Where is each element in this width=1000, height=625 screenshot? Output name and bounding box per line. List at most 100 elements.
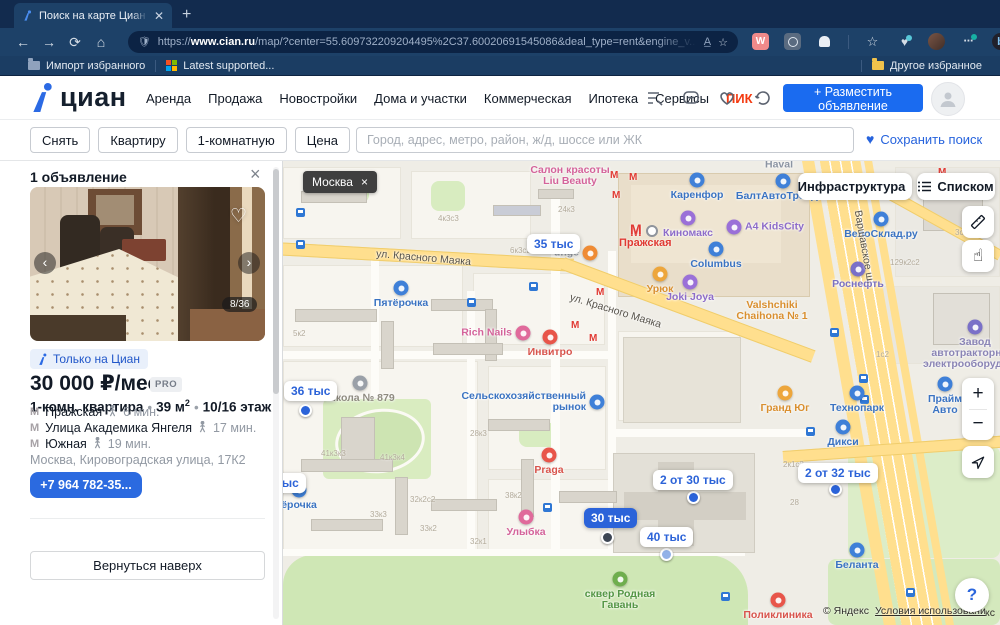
ruler-tool-button[interactable]	[962, 206, 994, 238]
locate-me-button[interactable]	[962, 446, 994, 478]
browser-tab[interactable]: Поиск на карте Циан в Моск ✕	[14, 3, 172, 28]
poi-label: Киномакс	[663, 228, 713, 239]
metro-name[interactable]: Улица Академика Янгеля	[45, 421, 192, 435]
poi-icon	[583, 246, 598, 261]
phone-button[interactable]: +7 964 782-35...	[30, 472, 142, 498]
poi-label: Салон красоты Liu Beauty	[530, 165, 609, 187]
hand-tool-button[interactable]: ☝	[962, 240, 994, 272]
bing-icon[interactable]: b	[992, 33, 1000, 50]
price-marker[interactable]: 2 от 32 тыс	[798, 463, 878, 483]
zoom-out-button[interactable]: −	[972, 413, 983, 435]
poi-label: Сельскохозяйственный рынок	[461, 391, 586, 413]
profile-avatar[interactable]	[928, 33, 945, 50]
bus-stop-icon	[906, 588, 915, 597]
extension-camera-icon[interactable]	[784, 33, 801, 50]
tab-close-icon[interactable]: ✕	[154, 9, 164, 23]
zoom-control: + −	[962, 378, 994, 440]
metro-row: МЮжная19 мин.	[30, 436, 256, 452]
list-view-button[interactable]: Списком	[917, 173, 995, 200]
filter-button[interactable]: 1-комнатную	[186, 127, 287, 153]
extension-ghost-icon[interactable]	[816, 33, 833, 50]
url-text: https://www.cian.ru/map/?center=55.60973…	[158, 36, 697, 48]
user-avatar[interactable]	[931, 82, 965, 116]
reader-mode-icon[interactable]: A̲	[704, 36, 711, 48]
marker-dot[interactable]	[299, 404, 312, 417]
history-icon[interactable]	[753, 88, 773, 108]
shield-icon: 🛡	[138, 37, 151, 48]
marker-dot[interactable]	[601, 531, 614, 544]
metro-prazhskaya-icon: М	[630, 221, 642, 237]
price-marker[interactable]: 35 тыс	[527, 234, 580, 254]
infrastructure-dropdown[interactable]: Инфраструктура	[798, 173, 912, 200]
bookmark-star-icon[interactable]: ☆	[718, 36, 728, 49]
listing-photo[interactable]: ♡ ‹ › 8/36	[30, 187, 265, 341]
filter-button[interactable]: Цена	[295, 127, 350, 153]
chip-close-icon[interactable]: ×	[361, 175, 368, 189]
nav-item[interactable]: Дома и участки	[374, 91, 467, 106]
post-listing-button[interactable]: + Разместить объявление	[783, 84, 923, 112]
zoom-in-button[interactable]: +	[972, 383, 983, 405]
marker-dot[interactable]	[829, 483, 842, 496]
reload-icon[interactable]: ⟳	[62, 34, 88, 51]
photo-prev-button[interactable]: ‹	[34, 252, 56, 274]
price-marker[interactable]: 30 тыс	[584, 508, 637, 528]
metro-list: МПражская6 мин.МУлица Академика Янгеля17…	[30, 404, 256, 452]
marker-dot[interactable]	[687, 491, 700, 504]
forward-icon[interactable]: →	[36, 34, 62, 50]
metro-name[interactable]: Южная	[45, 437, 87, 451]
filter-button[interactable]: Снять	[30, 127, 90, 153]
bookmark-import[interactable]: Импорт избранного	[28, 60, 145, 72]
back-to-top-button[interactable]: Вернуться наверх	[30, 551, 265, 580]
nav-item[interactable]: Ипотека	[589, 91, 639, 106]
bookmark-latest[interactable]: Latest supported...	[166, 60, 274, 72]
photo-bed-frame	[30, 315, 126, 341]
poi-icon	[850, 543, 865, 558]
panel-scrollbar-thumb[interactable]	[273, 169, 279, 394]
home-icon[interactable]: ⌂	[88, 34, 114, 50]
sync-heart-icon[interactable]: ♥	[896, 33, 913, 50]
messages-icon[interactable]	[681, 88, 701, 108]
save-search-link[interactable]: ♥ Сохранить поиск	[866, 131, 982, 147]
url-bar[interactable]: 🛡 https://www.cian.ru/map/?center=55.609…	[128, 31, 738, 53]
photo-next-button[interactable]: ›	[238, 252, 260, 274]
price-marker[interactable]: 2 от 30 тыс	[653, 470, 733, 490]
folder-icon	[28, 61, 40, 70]
metro-exit-icon: М	[629, 172, 637, 183]
help-button[interactable]: ?	[955, 578, 989, 612]
cian-favicon	[22, 10, 33, 21]
cian-logo[interactable]: циан	[30, 82, 127, 112]
nav-item[interactable]: Коммерческая	[484, 91, 572, 106]
folder-yellow-icon	[872, 61, 884, 70]
poi-icon	[683, 275, 698, 290]
saved-searches-icon[interactable]	[645, 88, 665, 108]
overflow-menu-icon[interactable]: ⋯	[960, 33, 977, 50]
nav-item[interactable]: Новостройки	[279, 91, 357, 106]
filter-button[interactable]: Квартиру	[98, 127, 177, 153]
bookmark-other-favorites[interactable]: Другое избранное	[872, 60, 982, 72]
back-icon[interactable]: ←	[10, 34, 36, 50]
bus-stop-icon	[296, 208, 305, 217]
price-marker[interactable]: 36 тыс	[284, 381, 337, 401]
bookmarks-menu-icon[interactable]: ☆	[864, 33, 881, 50]
metro-name[interactable]: Пражская	[45, 405, 102, 419]
extension-w-icon[interactable]: W	[752, 33, 769, 50]
poi-label: Инвитро	[528, 347, 573, 358]
filter-bar: СнятьКвартиру1-комнатнуюЦенаЕщё фильтры …	[0, 120, 1000, 161]
bookmarks-divider	[155, 60, 156, 72]
region-chip[interactable]: Москва×	[303, 171, 377, 193]
poi-label: A4 KidsCity	[745, 222, 804, 233]
marker-dot[interactable]	[660, 548, 673, 561]
nav-item[interactable]: Продажа	[208, 91, 262, 106]
map-canvas[interactable]: 35 тыс 36 тыс 30 тыс40 тыс 2 от 30 тыс 2 от …	[283, 161, 1000, 625]
house-number: 28	[790, 498, 799, 507]
panel-close-icon[interactable]: ×	[250, 164, 261, 185]
new-tab-button[interactable]: +	[182, 6, 191, 24]
photo-favorite-heart-icon[interactable]: ♡	[230, 205, 247, 228]
nav-item[interactable]: Аренда	[146, 91, 191, 106]
favorites-heart-icon[interactable]	[717, 88, 737, 108]
price-marker[interactable]: 40 тыс	[640, 527, 693, 547]
bus-stop-icon	[859, 374, 868, 383]
price-marker[interactable]: тыс	[283, 473, 306, 493]
geo-search-input[interactable]	[356, 127, 854, 153]
poi-icon	[836, 420, 851, 435]
